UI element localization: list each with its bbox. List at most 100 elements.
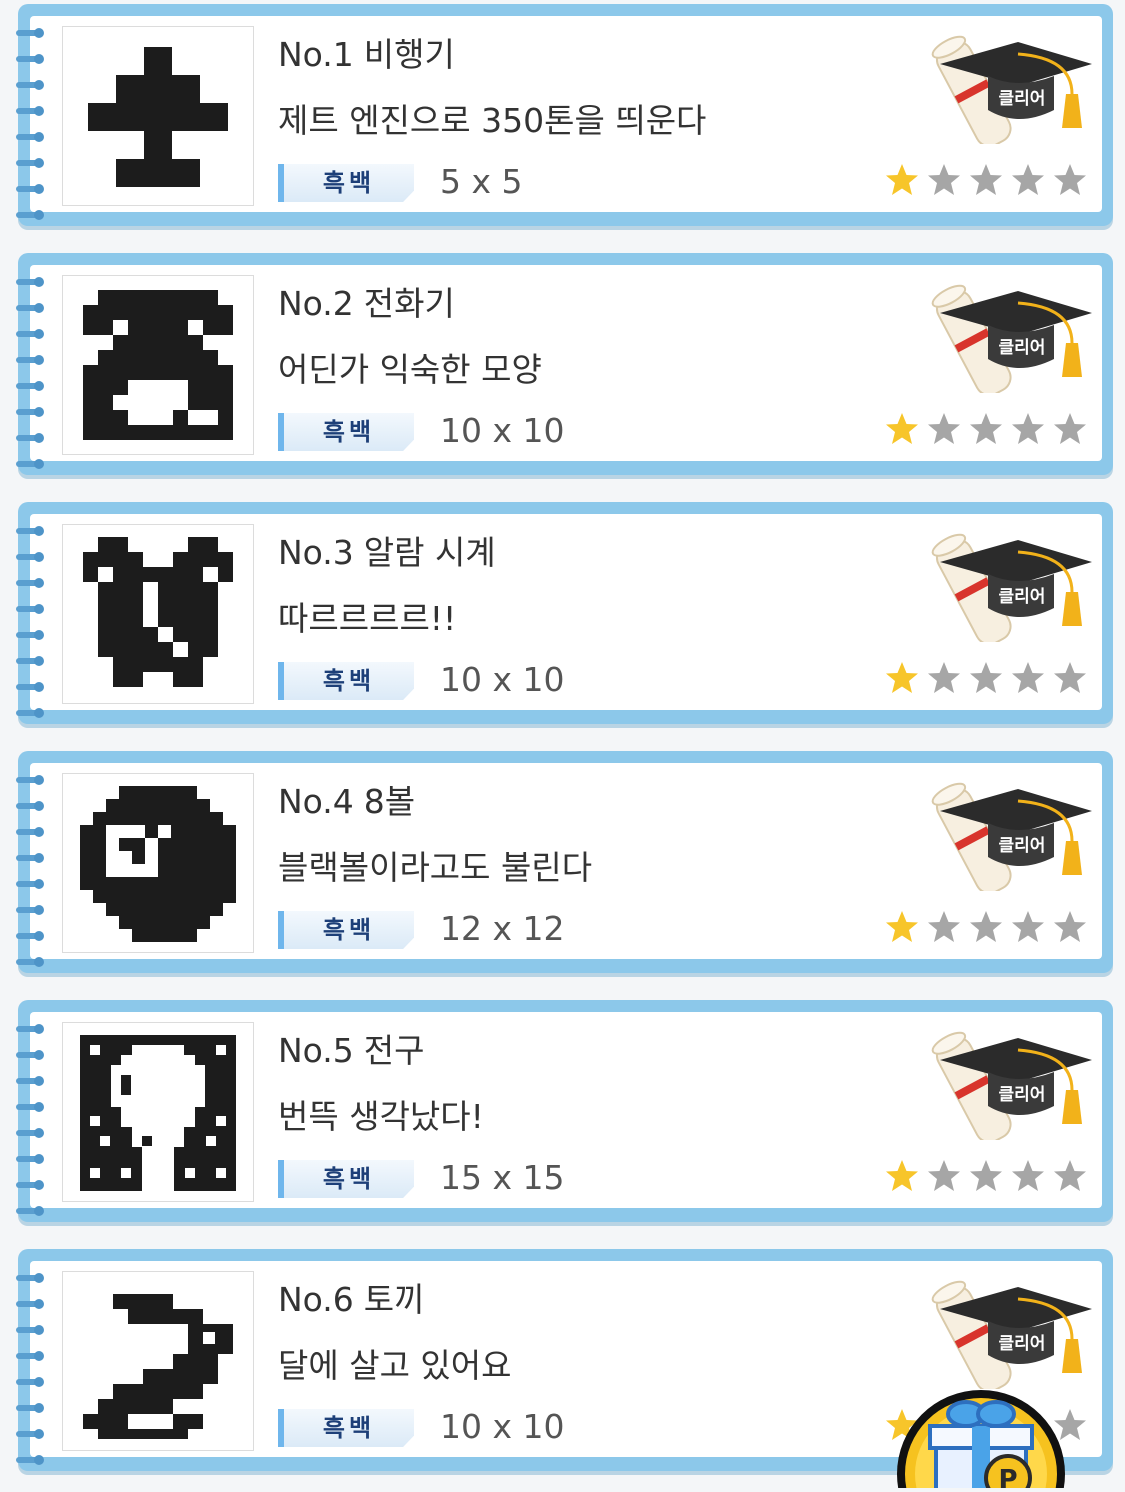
alarm-clock-pixel-icon [62,524,254,704]
notebook-rings [16,522,56,722]
ring-binding [16,303,44,313]
puzzle-description: 달에 살고 있어요 [278,1346,512,1385]
star-empty-icon [968,162,1004,198]
clear-badge-label: 클리어 [998,836,1046,856]
puzzle-title: No.1 비행기 [278,35,455,74]
grid-size: 5 x 5 [440,162,523,201]
ring-binding [16,381,44,391]
ring-binding [16,1024,44,1034]
puzzle-description: 어딘가 익숙한 모양 [278,350,542,389]
notebook-rings [16,771,56,971]
clear-badge-label: 클리어 [998,1334,1046,1354]
ring-binding [16,827,44,837]
ring-binding [16,578,44,588]
ring-binding [16,1325,44,1335]
grid-size: 10 x 10 [440,1407,565,1446]
puzzle-title: No.2 전화기 [278,284,455,323]
card-body: No.1 비행기 제트 엔진으로 350톤을 띄운다 흑백 5 x 5 클리어 [16,16,1102,220]
graduation-cap-icon: 클리어 [916,273,1096,397]
graduation-cap-icon: 클리어 [916,1020,1096,1144]
puzzle-card[interactable]: No.1 비행기 제트 엔진으로 350톤을 띄운다 흑백 5 x 5 클리어 [16,4,1113,232]
notebook-rings [16,24,56,224]
ring-binding [16,1076,44,1086]
graduation-cap-icon: 클리어 [916,771,1096,895]
ring-binding [16,54,44,64]
ring-binding [16,329,44,339]
puzzle-card[interactable]: No.4 8볼 블랙볼이라고도 불린다 흑백 12 x 12 클리어 [16,751,1113,979]
ring-binding [16,682,44,692]
star-empty-icon [926,660,962,696]
graduation-cap-icon: 클리어 [916,24,1096,148]
ring-binding [16,879,44,889]
ring-binding [16,1102,44,1112]
star-empty-icon [1010,162,1046,198]
grid-size: 10 x 10 [440,660,565,699]
color-mode-tag: 흑백 [278,911,414,949]
difficulty-stars [884,660,1094,698]
difficulty-stars [884,1158,1094,1196]
ring-binding [16,853,44,863]
star-empty-icon [968,660,1004,696]
ring-binding [16,1206,44,1216]
ring-binding [16,1128,44,1138]
ring-binding [16,1154,44,1164]
coin-label: P [998,1465,1017,1488]
grid-size: 12 x 12 [440,909,565,948]
puzzle-title: No.3 알람 시계 [278,533,496,572]
grid-size: 10 x 10 [440,411,565,450]
color-mode-tag: 흑백 [278,1160,414,1198]
puzzle-description: 블랙볼이라고도 불린다 [278,848,593,887]
ring-binding [16,656,44,666]
eight-ball-pixel-icon [62,773,254,953]
ring-binding [16,355,44,365]
star-filled-icon [884,909,920,945]
clear-badge-label: 클리어 [998,587,1046,607]
ring-binding [16,775,44,785]
ring-binding [16,433,44,443]
ring-binding [16,905,44,915]
star-empty-icon [968,1158,1004,1194]
puzzle-list: No.1비행기 제트 엔진으로 350톤을 띄운다 흑백 5 x 5 클리어 [0,0,1125,1488]
ring-binding [16,1351,44,1361]
puzzle-card[interactable]: No.3 알람 시계 따르르르르!! 흑백 10 x 10 클리어 [16,502,1113,730]
ring-binding [16,1180,44,1190]
star-empty-icon [968,909,1004,945]
notebook-rings [16,273,56,473]
notebook-rings [16,1020,56,1220]
grid-size: 15 x 15 [440,1158,565,1197]
graduation-cap-icon: 클리어 [916,1269,1096,1393]
ring-binding [16,184,44,194]
puzzle-description: 따르르르르!! [278,599,457,638]
star-empty-icon [926,162,962,198]
ring-binding [16,708,44,718]
card-body: No.2 전화기 어딘가 익숙한 모양 흑백 10 x 10 클리어 [16,265,1102,469]
color-mode-tag: 흑백 [278,413,414,451]
gift-button[interactable]: P [896,1384,1066,1492]
puzzle-description: 제트 엔진으로 350톤을 띄운다 [278,101,707,140]
ring-binding [16,957,44,967]
puzzle-card[interactable]: No.5 전구 번뜩 생각났다! 흑백 15 x 15 클리어 [16,1000,1113,1228]
rabbit-pixel-icon [62,1271,254,1451]
difficulty-stars [884,411,1094,449]
ring-binding [16,106,44,116]
star-empty-icon [926,411,962,447]
puzzle-title: No.4 8볼 [278,782,416,821]
difficulty-stars [884,162,1094,200]
ring-binding [16,1050,44,1060]
star-filled-icon [884,660,920,696]
card-body: No.3 알람 시계 따르르르르!! 흑백 10 x 10 클리어 [16,514,1102,718]
ring-binding [16,1299,44,1309]
star-filled-icon [884,162,920,198]
ring-binding [16,28,44,38]
ring-binding [16,277,44,287]
telephone-pixel-icon [62,275,254,455]
color-mode-tag: 흑백 [278,164,414,202]
puzzle-title: No.5 전구 [278,1031,425,1070]
star-empty-icon [1010,660,1046,696]
puzzle-card[interactable]: No.2 전화기 어딘가 익숙한 모양 흑백 10 x 10 클리어 [16,253,1113,481]
light-bulb-pixel-icon [62,1022,254,1202]
star-empty-icon [926,909,962,945]
ring-binding [16,459,44,469]
difficulty-stars [884,909,1094,947]
star-filled-icon [884,411,920,447]
